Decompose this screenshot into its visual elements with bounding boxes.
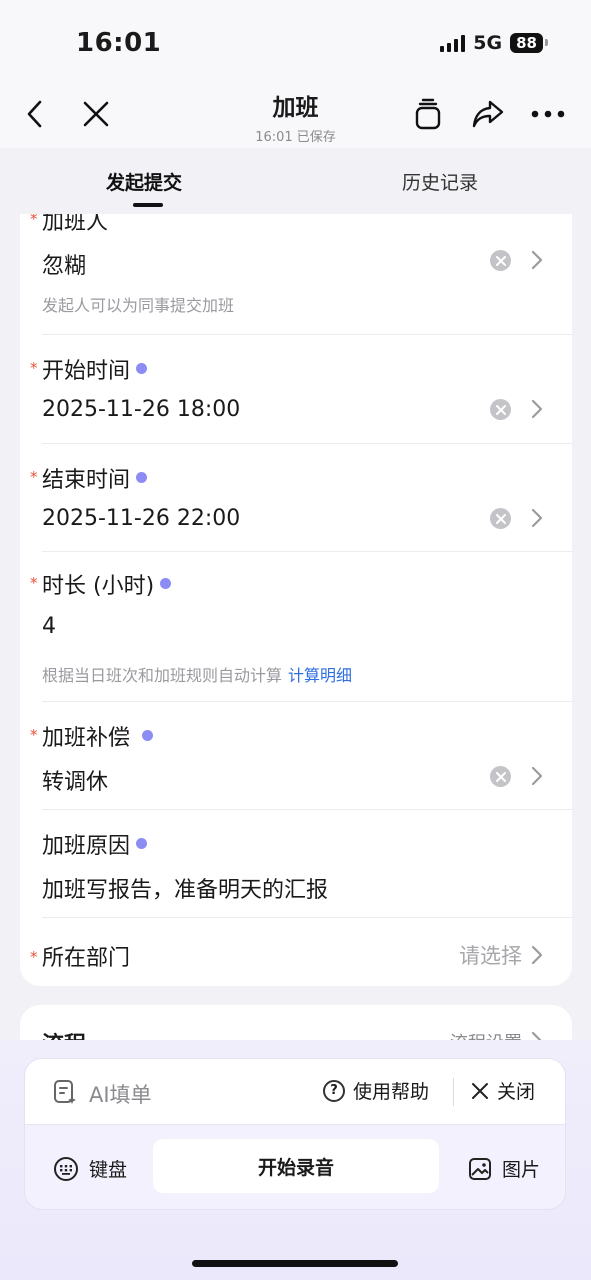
required-mark: * <box>30 359 38 377</box>
field-compensation[interactable]: * 加班补偿 转调休 <box>20 702 572 810</box>
field-duration: * 时长 (小时) 4 根据当日班次和加班规则自动计算 计算明细 <box>20 552 572 702</box>
keyboard-button[interactable]: 键盘 <box>53 1155 127 1182</box>
help-button[interactable]: ? 使用帮助 <box>323 1077 429 1104</box>
field-department[interactable]: * 所在部门 请选择 <box>20 918 572 986</box>
status-bar: 16:01 5G 88 <box>0 0 591 80</box>
close-icon <box>472 1082 488 1099</box>
ai-filled-dot <box>142 730 154 741</box>
field-start-time[interactable]: * 开始时间 2025-11-26 18:00 <box>20 335 572 444</box>
ai-input-row: 键盘 开始录音 图片 <box>25 1125 565 1209</box>
field-label: 开始时间 <box>42 353 148 385</box>
field-applicant[interactable]: * 加班人 忽糊 发起人可以为同事提交加班 <box>20 214 572 335</box>
chevron-right-icon <box>531 250 543 270</box>
chevron-right-icon <box>531 766 543 786</box>
field-label-text: 时长 (小时) <box>42 574 155 599</box>
field-value: 2025-11-26 18:00 <box>42 397 241 422</box>
tab-history[interactable]: 历史记录 <box>402 168 478 195</box>
field-hint: 发起人可以为同事提交加班 <box>42 296 235 315</box>
field-label: 加班补偿 <box>42 720 154 752</box>
start-recording-button[interactable]: 开始录音 <box>153 1139 439 1193</box>
field-label: 时长 (小时) <box>42 568 172 600</box>
ai-filled-dot <box>136 838 148 849</box>
clear-icon[interactable] <box>490 766 511 787</box>
chevron-right-icon <box>531 399 543 419</box>
image-label: 图片 <box>502 1159 541 1181</box>
clear-icon[interactable] <box>490 250 511 271</box>
required-mark: * <box>30 468 38 486</box>
chevron-right-icon <box>531 945 543 965</box>
field-reason[interactable]: 加班原因 加班写报告，准备明天的汇报 <box>20 810 572 918</box>
stack-icon <box>415 98 441 130</box>
field-label: 所在部门 <box>42 946 131 971</box>
tab-underline <box>133 203 163 207</box>
tab-bar: 发起提交 历史记录 <box>0 148 591 214</box>
ai-filled-dot <box>136 472 148 483</box>
close-panel-button[interactable]: 关闭 <box>471 1077 535 1104</box>
status-indicators: 5G 88 <box>440 32 548 54</box>
more-icon <box>531 110 565 118</box>
keyboard-icon <box>54 1156 78 1181</box>
ai-filled-dot <box>136 363 148 374</box>
calc-detail-link[interactable]: 计算明细 <box>288 666 352 685</box>
clear-icon[interactable] <box>490 399 511 420</box>
share-icon <box>472 100 504 128</box>
ai-filled-dot <box>160 578 172 589</box>
field-value: 转调休 <box>42 770 109 795</box>
required-mark: * <box>30 726 38 744</box>
status-time: 16:01 <box>76 28 162 58</box>
ai-fill-label: AI填单 <box>89 1083 152 1107</box>
field-value: 忽糊 <box>42 254 87 279</box>
field-label: 结束时间 <box>42 462 148 494</box>
tab-submit[interactable]: 发起提交 <box>106 168 182 195</box>
field-hint: 根据当日班次和加班规则自动计算 计算明细 <box>42 662 352 686</box>
required-mark: * <box>30 574 38 592</box>
ai-panel-header: AI填单 ? 使用帮助 关闭 <box>25 1059 565 1125</box>
field-label-text: 开始时间 <box>42 359 131 384</box>
field-label-text: 加班补偿 <box>42 726 131 751</box>
signal-icon <box>440 34 466 52</box>
required-mark: * <box>30 214 38 228</box>
department-placeholder: 请选择 <box>459 944 522 968</box>
clear-icon[interactable] <box>490 508 511 529</box>
field-label: 加班人 <box>42 214 109 235</box>
field-label: 加班原因 <box>42 828 148 860</box>
help-icon: ? <box>323 1079 345 1102</box>
close-label: 关闭 <box>497 1081 536 1103</box>
image-button[interactable]: 图片 <box>468 1155 540 1182</box>
field-value[interactable]: 加班写报告，准备明天的汇报 <box>42 872 328 904</box>
help-label: 使用帮助 <box>353 1081 430 1103</box>
divider <box>453 1078 454 1106</box>
overtime-form: * 加班人 忽糊 发起人可以为同事提交加班 * 开始时间 2025-11-26 … <box>20 214 572 986</box>
share-button[interactable] <box>466 92 510 136</box>
field-label-text: 加班原因 <box>42 834 131 859</box>
field-end-time[interactable]: * 结束时间 2025-11-26 22:00 <box>20 444 572 552</box>
more-button[interactable] <box>526 92 570 136</box>
nav-bar: 加班 16:01 已保存 <box>0 80 591 148</box>
field-value: 2025-11-26 22:00 <box>42 506 241 531</box>
home-indicator <box>192 1260 398 1267</box>
ai-fill-panel: AI填单 ? 使用帮助 关闭 键盘 开始录音 图片 <box>24 1058 566 1210</box>
image-icon <box>469 1157 491 1180</box>
drafts-button[interactable] <box>406 92 450 136</box>
battery-icon: 88 <box>510 33 548 53</box>
field-value: 4 <box>42 614 56 639</box>
field-hint-text: 根据当日班次和加班规则自动计算 <box>42 666 283 685</box>
required-mark: * <box>30 948 38 966</box>
chevron-right-icon <box>531 508 543 528</box>
ai-form-icon <box>54 1080 76 1104</box>
network-type: 5G <box>473 32 503 54</box>
field-label-text: 结束时间 <box>42 468 131 493</box>
keyboard-label: 键盘 <box>89 1159 128 1181</box>
